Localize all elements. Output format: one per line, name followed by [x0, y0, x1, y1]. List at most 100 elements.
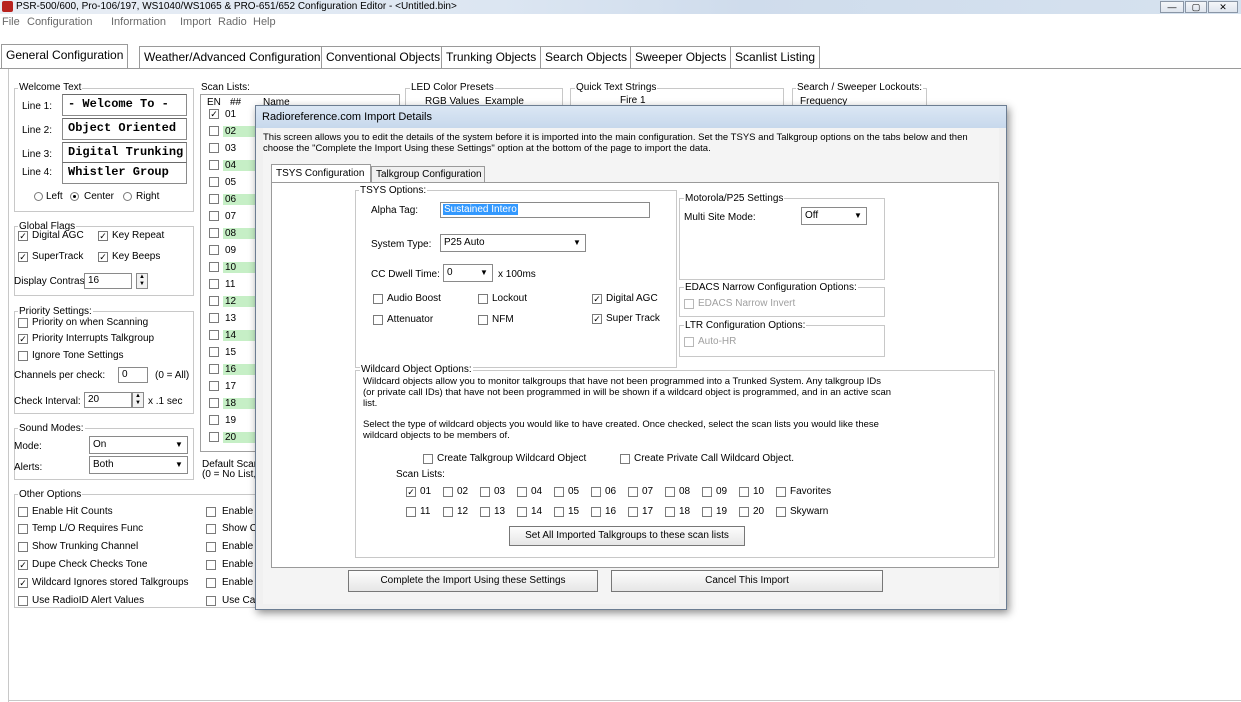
wildcard-scanlist-checkbox[interactable] [443, 487, 453, 497]
check-interval-spinner[interactable]: ▲ ▼ [132, 392, 144, 408]
priority-on-scanning-checkbox[interactable] [18, 318, 28, 328]
scan-list-enable-checkbox[interactable] [209, 296, 219, 306]
wildcard-scanlist-checkbox[interactable] [702, 487, 712, 497]
tab-conventional-objects[interactable]: Conventional Objects [321, 46, 446, 68]
cc-dwell-select[interactable]: 0 ▼ [443, 264, 493, 282]
dupe-check-checkbox[interactable]: ✓ [18, 560, 28, 570]
lockout-checkbox[interactable] [478, 294, 488, 304]
line1-input[interactable]: - Welcome To - [62, 94, 187, 116]
digital-agc-checkbox[interactable]: ✓ [18, 231, 28, 241]
alerts-select[interactable]: Both ▼ [89, 456, 188, 474]
scan-list-enable-checkbox[interactable] [209, 194, 219, 204]
super-track-checkbox[interactable]: ✓ [592, 314, 602, 324]
menu-information[interactable]: Information [111, 16, 166, 28]
align-right-radio[interactable] [123, 192, 132, 201]
wildcard-scanlist-checkbox[interactable] [776, 487, 786, 497]
wildcard-scanlist-checkbox[interactable] [554, 487, 564, 497]
show-trunking-checkbox[interactable] [18, 542, 28, 552]
enable-hit-counts-checkbox[interactable] [18, 507, 28, 517]
option-col2-checkbox-3[interactable] [206, 542, 216, 552]
tab-sweeper-objects[interactable]: Sweeper Objects [630, 46, 732, 68]
scan-list-enable-checkbox[interactable] [209, 143, 219, 153]
scan-list-enable-checkbox[interactable] [209, 279, 219, 289]
scan-list-enable-checkbox[interactable] [209, 364, 219, 374]
wildcard-scanlist-checkbox[interactable] [480, 507, 490, 517]
cancel-import-button[interactable]: Cancel This Import [611, 570, 883, 592]
menu-radio[interactable]: Radio [218, 16, 247, 28]
scan-list-enable-checkbox[interactable] [209, 211, 219, 221]
scan-list-enable-checkbox[interactable] [209, 330, 219, 340]
menu-import[interactable]: Import [180, 16, 211, 28]
display-contrast-spinner[interactable]: ▲ ▼ [136, 273, 148, 289]
scan-list-enable-checkbox[interactable] [209, 313, 219, 323]
tab-weather-advanced[interactable]: Weather/Advanced Configuration [139, 46, 326, 68]
priority-interrupts-checkbox[interactable]: ✓ [18, 334, 28, 344]
option-col2-checkbox-2[interactable] [206, 524, 216, 534]
scan-list-enable-checkbox[interactable] [209, 381, 219, 391]
tsys-digital-agc-checkbox[interactable]: ✓ [592, 294, 602, 304]
wildcard-scanlist-checkbox[interactable] [628, 487, 638, 497]
mode-select[interactable]: On ▼ [89, 436, 188, 454]
scan-list-enable-checkbox[interactable] [209, 398, 219, 408]
attenuator-checkbox[interactable] [373, 315, 383, 325]
maximize-button[interactable]: ▢ [1185, 1, 1207, 13]
scan-list-enable-checkbox[interactable] [209, 415, 219, 425]
audio-boost-checkbox[interactable] [373, 294, 383, 304]
use-radioid-checkbox[interactable] [18, 596, 28, 606]
wildcard-scanlist-checkbox[interactable] [665, 487, 675, 497]
line2-input[interactable]: Object Oriented [62, 118, 187, 140]
scan-list-enable-checkbox[interactable] [209, 432, 219, 442]
wildcard-scanlist-checkbox[interactable] [628, 507, 638, 517]
scan-list-enable-checkbox[interactable] [209, 262, 219, 272]
edacs-invert-checkbox[interactable] [684, 299, 694, 309]
wildcard-scanlist-checkbox[interactable] [702, 507, 712, 517]
option-col2-checkbox-6[interactable] [206, 596, 216, 606]
alpha-tag-input[interactable]: Sustained Intero [440, 202, 650, 218]
ignore-tone-checkbox[interactable] [18, 351, 28, 361]
scan-list-enable-checkbox[interactable]: ✓ [209, 109, 219, 119]
wildcard-ignores-checkbox[interactable]: ✓ [18, 578, 28, 588]
complete-import-button[interactable]: Complete the Import Using these Settings [348, 570, 598, 592]
tab-tsys-configuration[interactable]: TSYS Configuration [271, 164, 371, 183]
tab-trunking-objects[interactable]: Trunking Objects [441, 46, 542, 68]
wildcard-scanlist-checkbox[interactable] [517, 487, 527, 497]
wildcard-scanlist-checkbox[interactable] [776, 507, 786, 517]
create-private-call-checkbox[interactable] [620, 454, 630, 464]
align-left-radio[interactable] [34, 192, 43, 201]
check-interval-input[interactable]: 20 [84, 392, 132, 408]
wildcard-scanlist-checkbox[interactable] [591, 487, 601, 497]
tab-search-objects[interactable]: Search Objects [540, 46, 633, 68]
wildcard-scanlist-checkbox[interactable] [591, 507, 601, 517]
menu-file[interactable]: File [2, 16, 20, 28]
line4-input[interactable]: Whistler Group [62, 162, 187, 184]
wildcard-scanlist-checkbox[interactable] [517, 507, 527, 517]
close-button[interactable]: ✕ [1208, 1, 1238, 13]
tab-general-configuration[interactable]: General Configuration [1, 44, 129, 69]
wildcard-scanlist-checkbox[interactable] [739, 507, 749, 517]
temp-lo-checkbox[interactable] [18, 524, 28, 534]
system-type-select[interactable]: P25 Auto ▼ [440, 234, 586, 252]
wildcard-scanlist-checkbox[interactable] [443, 507, 453, 517]
channels-per-check-input[interactable]: 0 [118, 367, 148, 383]
scan-list-enable-checkbox[interactable] [209, 160, 219, 170]
wildcard-scanlist-checkbox[interactable] [554, 507, 564, 517]
scan-list-enable-checkbox[interactable] [209, 347, 219, 357]
scan-list-enable-checkbox[interactable] [209, 245, 219, 255]
supertrack-checkbox[interactable]: ✓ [18, 252, 28, 262]
menu-configuration[interactable]: Configuration [27, 16, 92, 28]
create-talkgroup-wildcard-checkbox[interactable] [423, 454, 433, 464]
set-all-scan-lists-button[interactable]: Set All Imported Talkgroups to these sca… [509, 526, 745, 546]
nfm-checkbox[interactable] [478, 315, 488, 325]
menu-help[interactable]: Help [253, 16, 276, 28]
option-col2-checkbox-1[interactable] [206, 507, 216, 517]
minimize-button[interactable]: — [1160, 1, 1184, 13]
scan-list-enable-checkbox[interactable] [209, 177, 219, 187]
key-beeps-checkbox[interactable]: ✓ [98, 252, 108, 262]
wildcard-scanlist-checkbox[interactable] [406, 507, 416, 517]
tab-scanlist-listing[interactable]: Scanlist Listing [730, 46, 821, 68]
align-center-radio[interactable] [70, 192, 79, 201]
option-col2-checkbox-4[interactable] [206, 560, 216, 570]
option-col2-checkbox-5[interactable] [206, 578, 216, 588]
scan-list-enable-checkbox[interactable] [209, 228, 219, 238]
scan-list-enable-checkbox[interactable] [209, 126, 219, 136]
